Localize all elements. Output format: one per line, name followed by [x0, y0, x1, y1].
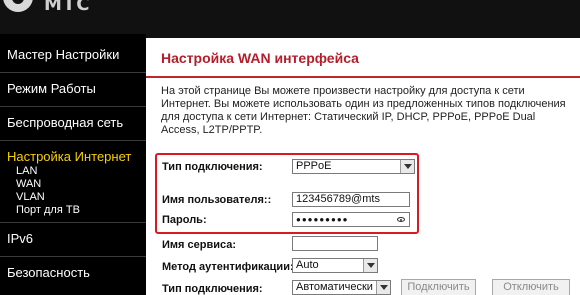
password-value: ●●●●●●●●●	[296, 215, 349, 224]
sidebar-subitem-tv-port[interactable]: Порт для ТВ	[16, 204, 80, 216]
chevron-down-icon	[400, 160, 414, 173]
chevron-down-icon	[376, 281, 390, 294]
sidebar-item-internet[interactable]: Настройка Интернет	[0, 149, 146, 164]
sidebar-divider	[0, 256, 146, 257]
sidebar-nav: Мастер Настройки Режим Работы Беспроводн…	[0, 34, 146, 295]
top-header: МТС	[0, 0, 580, 34]
service-name-label: Имя сервиса:	[162, 239, 237, 251]
connect-type-value: Автоматически	[296, 281, 373, 293]
mts-logo-icon	[3, 0, 33, 12]
username-input[interactable]: 123456789@mts	[292, 192, 410, 207]
description-line: Интернет. Вы можете использовать один из…	[161, 98, 566, 110]
connection-type-select[interactable]: PPPoE	[292, 159, 415, 174]
connect-type-select[interactable]: Автоматически	[292, 280, 391, 295]
sidebar-divider	[0, 72, 146, 73]
sidebar-item-ipv6[interactable]: IPv6	[0, 231, 146, 246]
sidebar-divider	[0, 222, 146, 223]
sidebar-item-mode[interactable]: Режим Работы	[0, 81, 146, 96]
description-line: На этой странице Вы можете произвести на…	[161, 85, 525, 97]
auth-method-select[interactable]: Auto	[292, 258, 378, 273]
sidebar-subitem-vlan[interactable]: VLAN	[16, 191, 45, 203]
description-line: Access, L2TP/PPTP.	[161, 124, 263, 136]
sidebar-subitem-lan[interactable]: LAN	[16, 165, 37, 177]
connection-type-label: Тип подключения:	[162, 161, 263, 173]
sidebar-item-security[interactable]: Безопасность	[0, 265, 146, 280]
service-name-input[interactable]	[292, 236, 378, 251]
sidebar-divider	[0, 140, 146, 141]
title-divider	[146, 76, 580, 78]
disconnect-button[interactable]: Отключить	[492, 279, 570, 295]
sidebar-divider	[0, 106, 146, 107]
connect-type-label: Тип подключения:	[162, 283, 263, 295]
auth-method-label: Метод аутентификации:	[162, 261, 294, 273]
page-title: Настройка WAN интерфейса	[161, 50, 359, 66]
sidebar-item-wireless[interactable]: Беспроводная сеть	[0, 115, 146, 130]
sidebar-subitem-wan[interactable]: WAN	[16, 178, 41, 190]
connection-type-value: PPPoE	[296, 160, 332, 172]
eye-icon[interactable]	[397, 217, 405, 222]
connect-button[interactable]: Подключить	[401, 279, 476, 295]
password-input[interactable]: ●●●●●●●●●	[292, 212, 410, 227]
username-label: Имя пользователя::	[162, 194, 272, 206]
chevron-down-icon	[363, 259, 377, 272]
password-label: Пароль:	[162, 214, 207, 226]
sidebar-item-wizard[interactable]: Мастер Настройки	[0, 47, 146, 62]
brand-logo-text: МТС	[44, 0, 91, 15]
auth-method-value: Auto	[296, 259, 319, 271]
description-line: для доступа к сети Интернет: Статический…	[161, 111, 536, 123]
main-top-border	[146, 34, 580, 38]
